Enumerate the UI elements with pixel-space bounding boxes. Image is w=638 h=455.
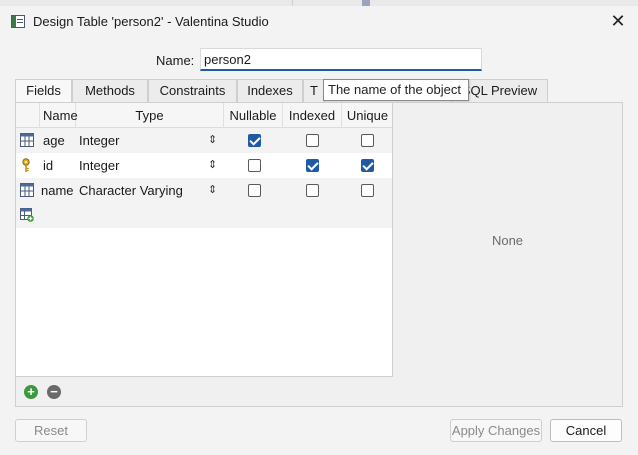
fields-panel: Name Type Nullable Indexed Unique age In… [15,102,623,407]
header-unique[interactable]: Unique [342,103,392,128]
empty-details-label: None [491,233,524,248]
title-bar: Design Table 'person2' - Valentina Studi… [0,6,638,38]
indexed-checkbox[interactable] [306,159,319,172]
header-nullable[interactable]: Nullable [224,103,283,128]
fields-toolbar: + − [16,376,393,406]
header-indexed[interactable]: Indexed [283,103,342,128]
reset-button[interactable]: Reset [15,419,87,442]
nullable-checkbox[interactable] [248,184,261,197]
key-icon [22,158,30,172]
field-details-panel: None [393,103,622,406]
table-field-icon [20,183,34,197]
field-type[interactable]: Integer [79,153,119,178]
tab-fields[interactable]: Fields [15,79,72,103]
table-row[interactable]: name Character Varying ⇕ [16,178,392,203]
header-type[interactable]: Type [76,103,224,128]
name-label: Name: [156,53,195,68]
name-input[interactable] [200,48,482,71]
name-tooltip: The name of the object [323,79,469,101]
tab-methods[interactable]: Methods [72,79,148,102]
add-field-icon[interactable] [20,208,34,222]
apply-changes-button[interactable]: Apply Changes [450,419,542,442]
type-chevron-icon[interactable]: ⇕ [208,178,217,203]
tab-triggers[interactable]: T [303,79,325,102]
app-icon [11,15,25,28]
cancel-button[interactable]: Cancel [550,419,622,442]
fields-grid: Name Type Nullable Indexed Unique age In… [16,103,393,376]
tab-indexes[interactable]: Indexes [237,79,303,102]
header-icon-col [16,103,40,128]
table-row[interactable]: age Integer ⇕ [16,128,392,153]
close-button[interactable]: ✕ [604,9,632,33]
table-row[interactable]: id Integer ⇕ [16,153,392,178]
window-title: Design Table 'person2' - Valentina Studi… [33,14,269,29]
field-type[interactable]: Character Varying [79,178,183,203]
unique-checkbox[interactable] [361,159,374,172]
plus-circle-icon[interactable]: + [24,385,38,399]
field-name[interactable]: age [43,128,65,153]
type-chevron-icon[interactable]: ⇕ [208,128,217,153]
type-chevron-icon[interactable]: ⇕ [208,153,217,178]
field-name[interactable]: id [43,153,53,178]
tab-constraints[interactable]: Constraints [148,79,237,102]
indexed-checkbox[interactable] [306,134,319,147]
nullable-checkbox[interactable] [248,134,261,147]
indexed-checkbox[interactable] [306,184,319,197]
grid-header: Name Type Nullable Indexed Unique [16,103,392,128]
unique-checkbox[interactable] [361,184,374,197]
new-row[interactable] [16,203,392,228]
table-field-icon [20,133,34,147]
field-name[interactable]: name [41,178,74,203]
nullable-checkbox[interactable] [248,159,261,172]
field-type[interactable]: Integer [79,128,119,153]
header-name[interactable]: Name [40,103,78,128]
unique-checkbox[interactable] [361,134,374,147]
minus-circle-icon[interactable]: − [47,385,61,399]
